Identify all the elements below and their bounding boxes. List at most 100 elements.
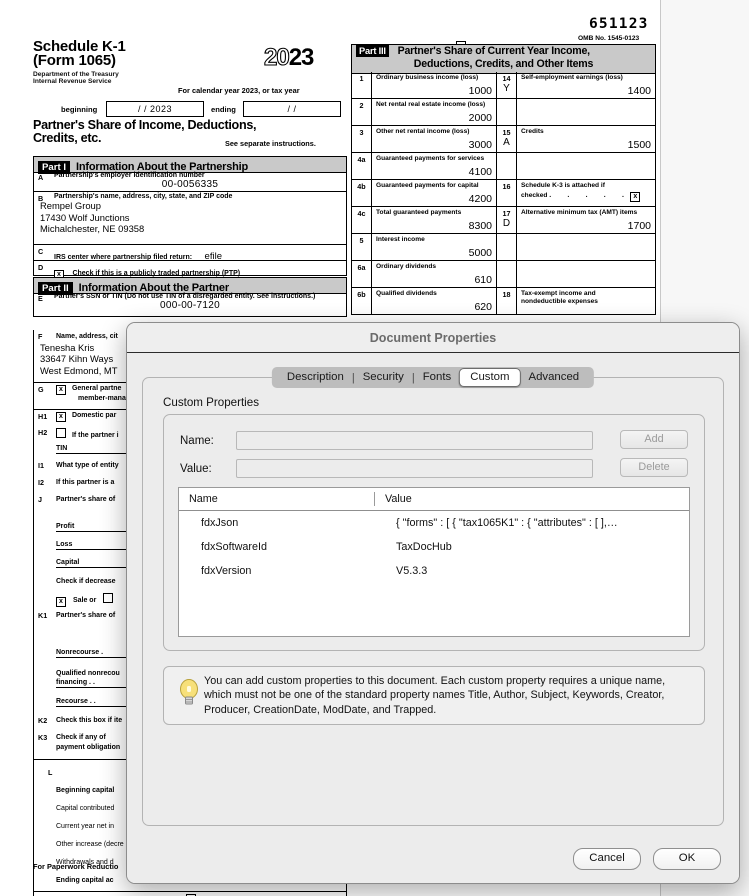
partnership-address: Rempel Group 17430 Wolf Junctions Michal… — [40, 200, 346, 235]
row6b-desc2b: nondeductible expenses — [521, 298, 598, 305]
hint-text: You can add custom properties to this do… — [204, 674, 666, 716]
tab-panel: Description | Security | Fonts Custom Ad… — [142, 367, 724, 826]
row3-code2: A — [503, 137, 510, 148]
property-name: fdxVersion — [201, 565, 252, 577]
row-j-text: Partner's share of — [56, 496, 116, 503]
form-row-d: D Check if this is a publicly traded par… — [34, 261, 346, 280]
ending-capital-label: Ending capital ac — [56, 877, 114, 884]
tab-fonts[interactable]: Fonts — [415, 367, 460, 388]
dialog-titlebar[interactable]: Document Properties — [127, 323, 739, 353]
row-f-label: F — [38, 332, 43, 341]
property-value: { "forms" : [ { "tax1065K1" : { "attribu… — [396, 517, 618, 529]
row2-right — [517, 99, 655, 125]
row1-num2-text: 14 — [502, 74, 511, 83]
row2-number: 2 — [352, 99, 372, 125]
schedule-k3-checkbox[interactable] — [630, 192, 641, 202]
general-partner-checkbox[interactable] — [56, 385, 66, 395]
calendar-year-note: For calendar year 2023, or tax year — [178, 86, 300, 95]
lightbulb-icon — [174, 678, 204, 713]
row-i1-text: What type of entity — [56, 462, 119, 469]
form-row-m: M Did the partner co Yes — [34, 892, 346, 896]
part3-row-4a: 4a Guaranteed payments for services 4100 — [352, 153, 655, 180]
custom-properties-label: Custom Properties — [163, 396, 260, 409]
dialog-title: Document Properties — [369, 330, 497, 345]
table-row[interactable]: fdxSoftwareId TaxDocHub — [179, 535, 689, 559]
tab-security[interactable]: Security — [355, 367, 412, 388]
row4b-left: Guaranteed payments for capital 4200 — [372, 180, 497, 206]
qnr-label: Qualified nonrecou — [56, 670, 120, 677]
table-row[interactable]: fdxJson { "forms" : [ { "tax1065K1" : { … — [179, 511, 689, 535]
row4a-right — [517, 153, 655, 179]
row4c-num2-text: 17 — [502, 209, 511, 218]
row3-left: Other net rental income (loss) 3000 — [372, 126, 497, 152]
exchange-checkbox[interactable] — [103, 593, 114, 603]
properties-table-header: Name Value — [179, 488, 689, 511]
ending-date-field[interactable]: / / — [243, 101, 341, 117]
capital-contributed-label: Capital contributed — [56, 805, 115, 812]
row4b-dots: . . . . . — [549, 192, 627, 199]
part3-row-5: 5 Interest income 5000 — [352, 234, 655, 261]
row-b-label: B — [38, 194, 44, 203]
row3-number2: 15 A — [497, 126, 517, 152]
table-row[interactable]: fdxVersion V5.3.3 — [179, 559, 689, 583]
year-prefix: 20 — [263, 43, 290, 71]
row-k1-label: K1 — [38, 611, 48, 620]
row4b-amount: 4200 — [468, 193, 492, 205]
beginning-date-field[interactable]: / / 2023 — [106, 101, 204, 117]
row3-desc2: Credits — [521, 128, 544, 135]
row-e-label: E — [38, 294, 43, 303]
row4c-left: Total guaranteed payments 8300 — [372, 207, 497, 233]
foreign-partner-checkbox[interactable] — [56, 428, 66, 438]
row-a-text: Partnership's employer identification nu… — [54, 172, 205, 179]
tab-description[interactable]: Description — [279, 367, 352, 388]
value-input[interactable] — [236, 459, 593, 478]
row-g-label: G — [38, 385, 44, 394]
properties-table[interactable]: Name Value fdxJson { "forms" : [ { "tax1… — [178, 487, 690, 637]
domestic-partner-checkbox[interactable] — [56, 412, 66, 422]
part3-tag: Part III — [356, 45, 389, 57]
row3-amount: 3000 — [468, 139, 492, 151]
decrease-label: Check if decrease — [56, 578, 116, 585]
row6b-number2: 18 — [497, 288, 517, 314]
other-increase-label: Other increase (decre — [56, 841, 124, 848]
row3-number: 3 — [352, 126, 372, 152]
column-header-name[interactable]: Name — [179, 492, 375, 506]
row6a-desc: Ordinary dividends — [376, 263, 437, 270]
dept-line2: Internal Revenue Service — [33, 78, 112, 86]
row4c-number: 4c — [352, 207, 372, 233]
row6b-amount: 620 — [474, 301, 492, 313]
part3-row-6b: 6b Qualified dividends 620 18 Tax-exempt… — [352, 288, 655, 314]
sale-checkbox[interactable] — [56, 597, 66, 607]
delete-button[interactable]: Delete — [620, 458, 688, 477]
row4a-desc: Guaranteed payments for services — [376, 155, 485, 162]
value-field-row: Value: — [180, 459, 593, 478]
document-properties-dialog: Document Properties Description | Securi… — [126, 322, 740, 884]
column-header-value[interactable]: Value — [375, 493, 412, 505]
dept-line1: Department of the Treasury — [33, 71, 119, 78]
partnership-street: 17430 Wolf Junctions — [40, 211, 130, 223]
form-year: 2023 — [263, 43, 314, 72]
dialog-buttons: Cancel OK — [573, 848, 721, 870]
row4a-number2 — [497, 153, 517, 179]
row-a-label: A — [38, 173, 44, 182]
part3-header: Part III Partner's Share of Current Year… — [351, 44, 656, 74]
row-c-label: C — [38, 247, 44, 256]
beginning-label: beginning — [61, 105, 98, 114]
tab-custom[interactable]: Custom — [459, 368, 521, 387]
row-c-text: IRS center where partnership filed retur… — [54, 254, 193, 261]
hint-box: You can add custom properties to this do… — [163, 666, 705, 725]
row4b-checked-label: checked — [521, 192, 548, 199]
property-name: fdxJson — [201, 517, 239, 529]
add-button[interactable]: Add — [620, 430, 688, 449]
row4a-number: 4a — [352, 153, 372, 179]
tab-advanced[interactable]: Advanced — [520, 367, 587, 388]
row1-number2: 14 Y — [497, 72, 517, 98]
ok-button[interactable]: OK — [653, 848, 721, 870]
form-barcode-number: 651123 — [589, 16, 649, 32]
row1-amount2: 1400 — [627, 85, 651, 97]
row-k1-text: Partner's share of — [56, 612, 116, 619]
cancel-button[interactable]: Cancel — [573, 848, 641, 870]
form-row-b: B Partnership's name, address, city, sta… — [34, 192, 346, 245]
row4a-left: Guaranteed payments for services 4100 — [372, 153, 497, 179]
name-input[interactable] — [236, 431, 593, 450]
